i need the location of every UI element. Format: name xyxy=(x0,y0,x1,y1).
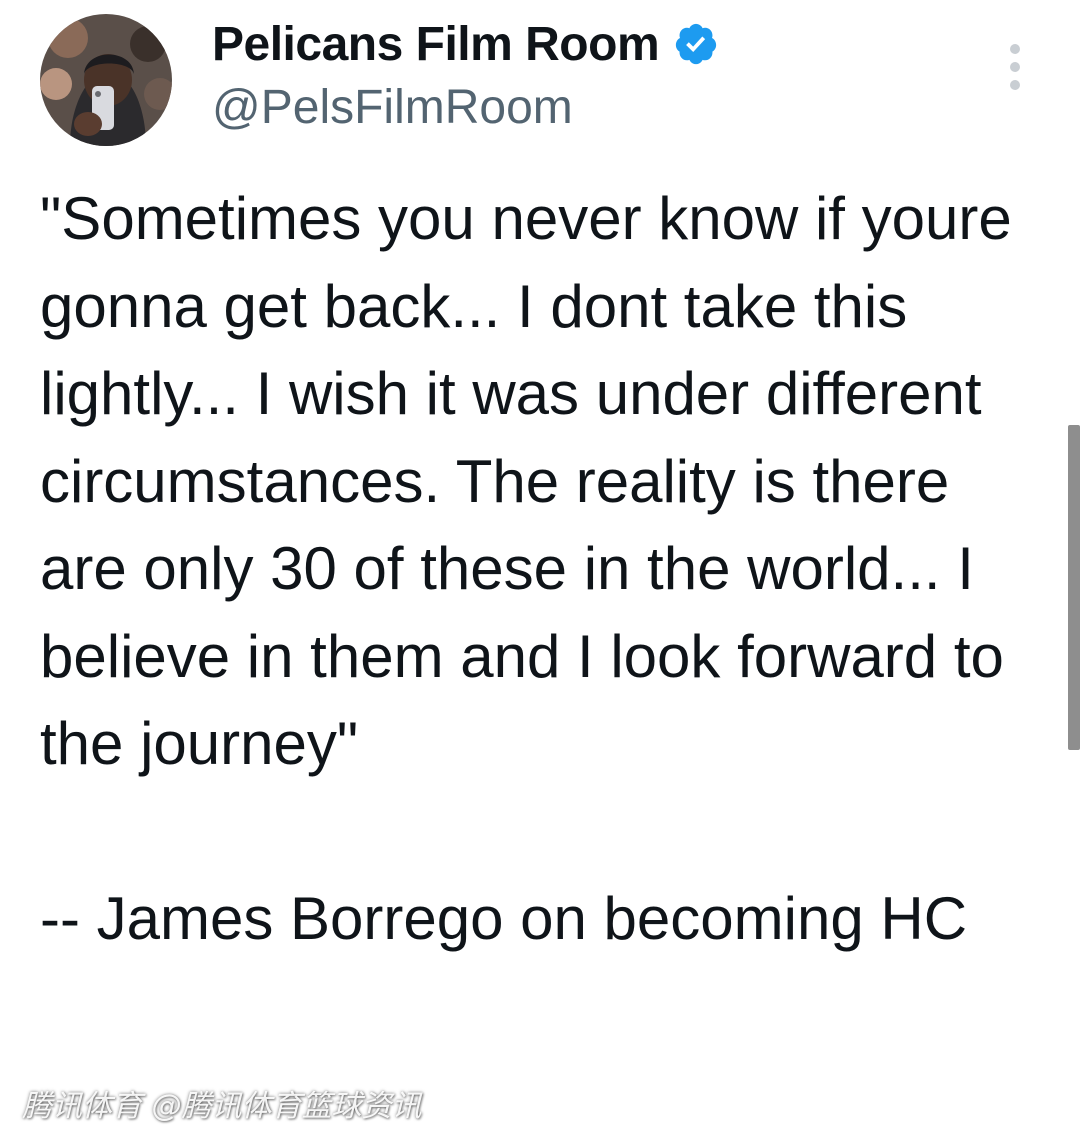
watermark-text: 腾讯体育 @腾讯体育篮球资讯 xyxy=(22,1089,422,1124)
more-dot xyxy=(1010,80,1020,90)
scrollbar-thumb[interactable] xyxy=(1068,425,1080,750)
author-display-name[interactable]: Pelicans Film Room xyxy=(212,17,660,72)
author-name-row: Pelicans Film Room xyxy=(212,14,719,74)
verified-badge-icon xyxy=(673,21,719,67)
avatar-image xyxy=(40,14,172,146)
author-handle[interactable]: @PelsFilmRoom xyxy=(212,80,573,135)
tweet-text: "Sometimes you never know if youre gonna… xyxy=(40,185,1012,952)
more-options-icon[interactable] xyxy=(1003,44,1027,90)
more-dot xyxy=(1010,44,1020,54)
more-dot xyxy=(1010,62,1020,72)
profile-avatar[interactable] xyxy=(40,14,172,146)
